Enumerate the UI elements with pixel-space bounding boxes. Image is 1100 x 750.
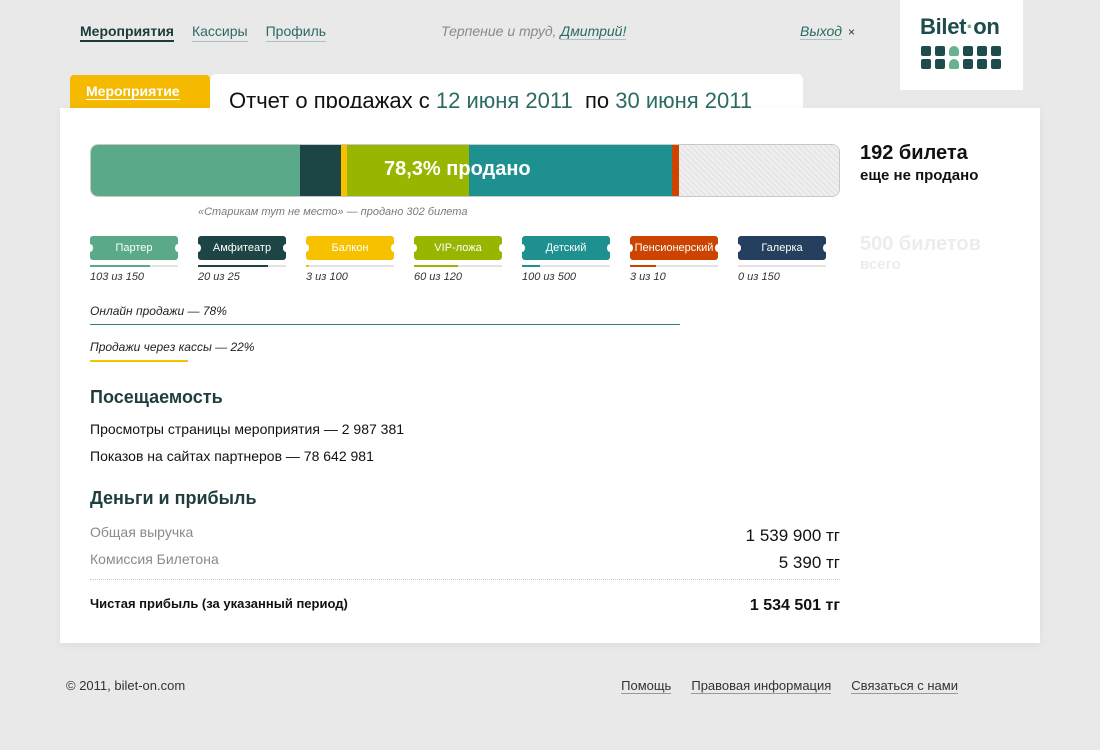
- revenue-row: Общая выручка 1 539 900 тг: [90, 524, 840, 545]
- attendance-title: Посещаемость: [90, 387, 223, 407]
- category-progress-track: [306, 265, 394, 267]
- sales-segment: [672, 145, 680, 196]
- category-progress-fill: [306, 265, 309, 267]
- category-progress-fill: [90, 265, 151, 267]
- copyright: © 2011, bilet-on.com: [66, 678, 186, 693]
- total-summary: 500 билетов всего: [860, 233, 981, 273]
- logo[interactable]: Bilet·on: [900, 0, 1023, 90]
- online-sales-label: Онлайн продажи — 78%: [90, 304, 227, 318]
- category-progress-track: [738, 265, 826, 267]
- money-title: Деньги и прибыль: [90, 488, 257, 508]
- category-button[interactable]: Партер: [87, 236, 181, 260]
- commission-value: 5 390 тг: [778, 553, 840, 572]
- page-views-stat: Просмотры страницы мероприятия — 2 987 3…: [90, 421, 405, 437]
- category-button[interactable]: Детский: [519, 236, 613, 260]
- category-progress-fill: [414, 265, 458, 267]
- category-count: 3 из 100: [306, 271, 348, 283]
- net-profit-label: Чистая прибыль (за указанный период): [90, 596, 348, 611]
- nav-item-events[interactable]: Мероприятия: [80, 22, 174, 42]
- category-progress-fill: [630, 265, 657, 267]
- greeting: Терпение и труд, Дмитрий!: [441, 23, 627, 40]
- report-card: 78,3% продано «Старикам тут не место» — …: [60, 108, 1040, 643]
- category-button[interactable]: Галерка: [735, 236, 829, 260]
- footer-link-legal[interactable]: Правовая информация: [691, 678, 832, 694]
- net-profit-row: Чистая прибыль (за указанный период) 1 5…: [90, 595, 840, 614]
- category-count: 100 из 500: [522, 271, 577, 283]
- category-progress-fill: [522, 265, 540, 267]
- logout-link[interactable]: Выход: [800, 23, 843, 40]
- revenue-value: 1 539 900 тг: [745, 526, 840, 545]
- nav-item-cashiers[interactable]: Кассиры: [191, 22, 248, 42]
- partner-impressions-stat: Показов на сайтах партнеров — 78 642 981: [90, 448, 374, 464]
- boxoffice-sales-label: Продажи через кассы — 22%: [90, 340, 255, 354]
- sold-percent-label: 78,3% продано: [384, 158, 531, 180]
- online-sales-line: [90, 324, 680, 325]
- category-count: 60 из 120: [414, 271, 462, 283]
- category-count: 20 из 25: [198, 271, 240, 283]
- user-name-link[interactable]: Дмитрий!: [560, 23, 627, 40]
- commission-row: Комиссия Билетона 5 390 тг: [90, 551, 840, 572]
- main-nav: Мероприятия Кассиры Профиль: [80, 22, 327, 42]
- category-button[interactable]: Амфитеатр: [195, 236, 289, 260]
- net-profit-value: 1 534 501 тг: [749, 597, 840, 614]
- tab-event[interactable]: Мероприятие: [70, 75, 210, 109]
- category-item: Галерка 0 из 150: [735, 236, 829, 283]
- category-progress-track: [522, 265, 610, 267]
- logout-area: Выход ×: [800, 23, 855, 40]
- category-item: Балкон 3 из 100: [303, 236, 397, 283]
- category-progress-track: [630, 265, 718, 267]
- nav-item-profile[interactable]: Профиль: [265, 22, 327, 42]
- category-count: 103 из 150: [90, 271, 145, 283]
- total-text: всего: [860, 256, 901, 273]
- category-item: VIP-ложа 60 из 120: [411, 236, 505, 283]
- money-divider: [90, 579, 840, 580]
- category-progress-fill: [198, 265, 269, 267]
- sales-progress-bar: 78,3% продано: [90, 144, 840, 197]
- commission-label: Комиссия Билетона: [90, 551, 219, 567]
- sales-note: «Старикам тут не место» — продано 302 би…: [198, 206, 468, 218]
- revenue-label: Общая выручка: [90, 524, 194, 540]
- category-count: 3 из 10: [630, 271, 666, 283]
- category-item: Амфитеатр 20 из 25: [195, 236, 289, 283]
- category-item: Детский 100 из 500: [519, 236, 613, 283]
- greeting-text: Терпение и труд,: [441, 23, 557, 39]
- category-count: 0 из 150: [738, 271, 780, 283]
- unsold-count: 192 билета: [860, 142, 968, 164]
- category-item: Пенсионерский 3 из 10: [627, 236, 721, 283]
- category-button[interactable]: Пенсионерский: [627, 236, 721, 260]
- tab-event-label: Мероприятие: [86, 83, 180, 100]
- footer-links: Помощь Правовая информация Связаться с н…: [621, 678, 958, 694]
- total-count: 500 билетов: [860, 233, 981, 255]
- close-icon[interactable]: ×: [848, 25, 855, 39]
- unsold-summary: 192 билета еще не продано: [860, 142, 978, 184]
- boxoffice-sales-line: [90, 360, 188, 362]
- footer-link-contact[interactable]: Связаться с нами: [851, 678, 958, 694]
- sales-segment: [91, 145, 301, 196]
- footer-link-help[interactable]: Помощь: [621, 678, 672, 694]
- category-progress-track: [198, 265, 286, 267]
- category-progress-track: [414, 265, 502, 267]
- seats-icon: [921, 46, 1001, 69]
- category-button[interactable]: VIP-ложа: [411, 236, 505, 260]
- category-progress-track: [90, 265, 178, 267]
- category-item: Партер 103 из 150: [87, 236, 181, 283]
- unsold-text: еще не продано: [860, 167, 979, 184]
- category-button[interactable]: Балкон: [303, 236, 397, 260]
- logo-text: Bilet·on: [920, 14, 1000, 39]
- sales-segment: [300, 145, 342, 196]
